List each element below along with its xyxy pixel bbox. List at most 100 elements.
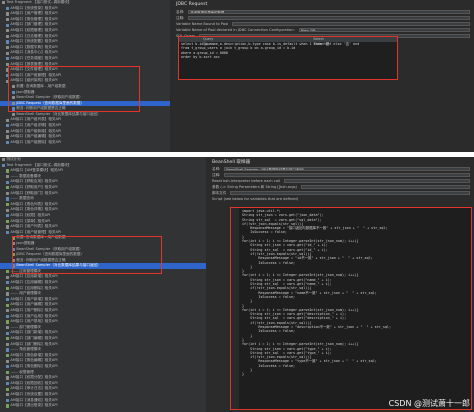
tree-node-icon [6, 29, 10, 33]
script-header: Script (see below for variables that are… [212, 197, 299, 201]
tree-node-icon [6, 219, 10, 223]
panel-title: JDBC Request [176, 2, 208, 7]
tree-node-icon [6, 337, 10, 341]
form-row: 名称: BeanShell Sampler（对比数据库结果与接口返回） [208, 166, 474, 172]
sql-query-box[interactable]: Query Type: Select Statement select b.id… [178, 36, 398, 80]
field-label: Reset bsh.Interpreter before each call [212, 179, 281, 183]
tree-node-icon [6, 40, 10, 44]
field-input[interactable] [232, 21, 470, 27]
tree-item-label: AM接口【退出登录】相关API [10, 403, 58, 408]
jdbc-request-panel: JDBC Request 名称: 查询数据库里面的数据 注释: Variable Na… [172, 0, 474, 152]
tree-node-icon [6, 275, 10, 279]
script-editor[interactable]: import java.util.*; String str_json = var… [230, 207, 472, 410]
field-input[interactable] [230, 190, 470, 196]
tree-node-icon [6, 387, 10, 391]
beanshell-sampler-screenshot: 测试计划 Test Fragment 【接口测试--调用模块】 AM接口【AM登录模… [0, 157, 474, 412]
line-gutter [231, 208, 239, 409]
tree-node-icon [6, 208, 10, 212]
tree-item[interactable]: AM接口【用户组删除】相关API [0, 140, 170, 146]
form-row: 脚本文件 [208, 190, 474, 196]
tree-highlight-box-2 [12, 236, 162, 274]
tree-node-icon [6, 286, 10, 291]
tree-highlight-box [8, 66, 140, 112]
field-input[interactable]: 查询数据库里面的数据 [188, 9, 470, 15]
field-input[interactable] [188, 15, 470, 21]
field-label: 参数 (-> String Parameters 和 String []bsh.… [212, 184, 297, 189]
tree-node-icon [2, 163, 6, 167]
tree-node-icon [6, 381, 10, 386]
tree-node-icon [2, 158, 6, 162]
tree-node-icon [6, 12, 10, 16]
tree-node-icon [6, 174, 10, 179]
tree-node-icon [6, 135, 10, 139]
tree-node-icon [6, 214, 10, 218]
tree-node-icon [6, 270, 10, 274]
field-label: Variable Name Bound to Pool [176, 22, 229, 26]
tree-node-icon [6, 51, 10, 55]
field-label: 注释: [176, 15, 185, 20]
tree-node-icon [6, 225, 10, 229]
field-input[interactable] [284, 178, 470, 184]
field-label: 名称: [176, 9, 185, 14]
tree-node-icon [6, 6, 10, 10]
tree-node-icon [6, 309, 10, 313]
code-line: } [242, 372, 245, 377]
tree-node-icon [6, 292, 10, 296]
tree-node-icon [6, 186, 10, 190]
tree-node-icon [6, 124, 10, 128]
tree-item[interactable]: AM接口【退出登录】相关API [0, 403, 206, 409]
tree-node-icon [2, 1, 6, 5]
form-row: 参数 (-> String Parameters 和 String []bsh.… [208, 184, 474, 190]
tree-node-icon [6, 45, 10, 50]
tree-node-icon [6, 353, 10, 358]
field-input[interactable] [300, 184, 470, 190]
tree-node-icon [6, 180, 10, 184]
jdbc-request-screenshot: Test Fragment 【接口测试--调用模块】 AM接口【系统登录】相关AP… [0, 0, 474, 152]
tree-node-icon [6, 281, 10, 285]
form-row: 名称: 查询数据库里面的数据 [172, 9, 474, 15]
csdn-watermark: CSDN @测试萧十一郎 [388, 399, 470, 408]
tree-node-icon [6, 348, 10, 352]
form-row: 注释: [208, 172, 474, 178]
tree-node-icon [6, 129, 10, 134]
tree-node-icon [6, 34, 10, 38]
field-input[interactable]: Birta_DB [298, 27, 470, 33]
tree-node-icon [6, 303, 10, 307]
tree-node-icon [6, 118, 10, 122]
tree-node-icon [6, 141, 10, 145]
tree-node-icon [6, 320, 10, 324]
tree-node-icon [6, 314, 10, 319]
field-label: Variable Name of Pool declared in JDBC C… [176, 28, 295, 32]
tree-node-icon [6, 191, 10, 195]
panel-title-2: BeanShell 取样器 [212, 160, 251, 165]
tree-node-icon [6, 17, 10, 22]
test-plan-tree-2[interactable]: 测试计划 Test Fragment 【接口测试--调用模块】 AM接口【AM登录模… [0, 157, 206, 412]
tree-node-icon [6, 393, 10, 397]
field-label: 注释: [212, 172, 221, 177]
tree-node-icon [6, 23, 10, 27]
tree-node-icon [6, 376, 10, 380]
field-input[interactable]: BeanShell Sampler（对比数据库结果与接口返回） [224, 166, 470, 172]
tree-node-icon [6, 331, 10, 335]
form-row: 注释: [172, 15, 474, 21]
tree-node-icon [6, 359, 10, 363]
tree-node-icon [6, 298, 10, 302]
field-input[interactable] [224, 172, 470, 178]
field-label: 名称: [212, 166, 221, 171]
beanshell-panel: BeanShell 取样器 名称: BeanShell Sampler（对比数据库… [208, 157, 474, 412]
tree-node-icon [6, 326, 10, 330]
tree-node-icon [6, 230, 10, 235]
tree-node-icon [6, 197, 10, 201]
tree-node-icon [6, 370, 10, 374]
tree-node-icon [6, 398, 10, 402]
code-line: order by b.sort asc [181, 54, 220, 59]
tree-item-label: AM接口【用户组删除】相关API [10, 139, 62, 144]
field-label: 脚本文件 [212, 190, 227, 195]
tree-node-icon [6, 169, 10, 173]
tree-node-icon [6, 57, 10, 61]
tree-node-icon [6, 202, 10, 207]
tree-node-icon [6, 342, 10, 346]
tree-node-icon [6, 404, 10, 408]
tree-node-icon [6, 365, 10, 369]
tree-node-icon [12, 113, 16, 117]
